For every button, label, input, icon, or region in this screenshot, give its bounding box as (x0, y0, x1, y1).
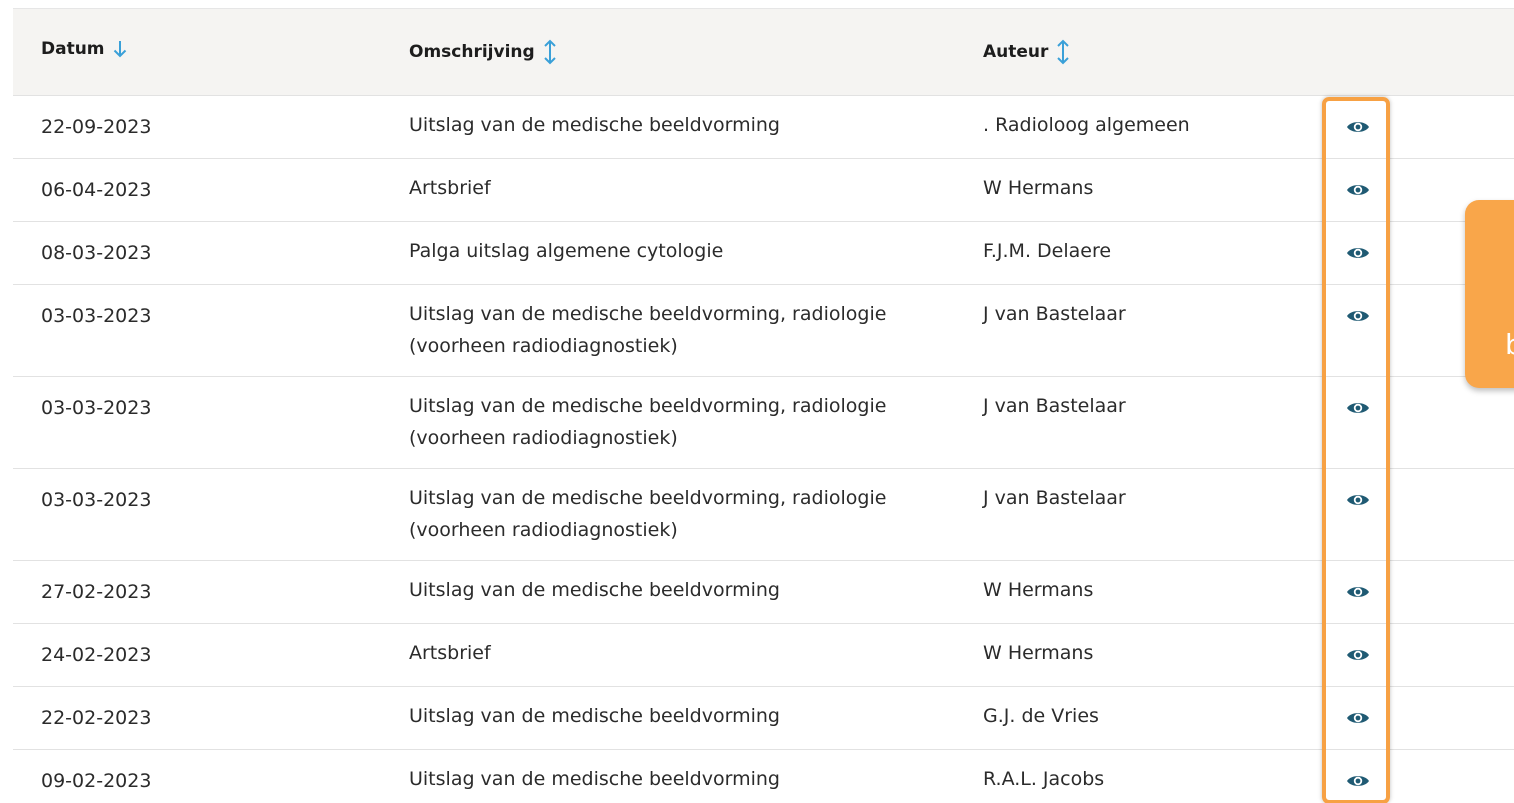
row-date: 03-03-2023 (41, 397, 152, 419)
eye-icon[interactable] (1345, 181, 1371, 199)
row-author: G.J. de Vries (983, 705, 1099, 727)
table-row: 08-03-2023 Palga uitslag algemene cytolog… (13, 222, 1514, 285)
column-header-description[interactable]: Omschrijving (409, 39, 557, 65)
row-description: Artsbrief (409, 642, 491, 664)
eye-icon[interactable] (1345, 709, 1371, 727)
table-row: 06-04-2023 Artsbrief W Hermans (13, 159, 1514, 222)
row-description: Uitslag van de medische beeldvorming (409, 768, 780, 790)
row-description: Uitslag van de medische beeldvorming (409, 705, 780, 727)
row-author: W Hermans (983, 642, 1094, 664)
eye-icon[interactable] (1345, 491, 1371, 509)
row-description: Uitslag van de medische beeldvorming (409, 579, 780, 601)
column-header-date-label: Datum (41, 39, 105, 59)
row-date: 03-03-2023 (41, 305, 152, 327)
row-description: Uitslag van de medische beeldvorming, ra… (409, 303, 887, 357)
table-row: 27-02-2023 Uitslag van de medische beeldv… (13, 561, 1514, 624)
row-author: F.J.M. Delaere (983, 240, 1112, 262)
row-description: Palga uitslag algemene cytologie (409, 240, 724, 262)
tooltip-text: b (1505, 328, 1514, 361)
eye-icon[interactable] (1345, 646, 1371, 664)
row-date: 08-03-2023 (41, 242, 152, 264)
row-author: W Hermans (983, 579, 1094, 601)
row-date: 24-02-2023 (41, 644, 152, 666)
sort-vertical-icon[interactable] (543, 39, 557, 65)
column-header-description-label: Omschrijving (409, 42, 535, 62)
tooltip-callout: b (1465, 200, 1514, 388)
column-header-author[interactable]: Auteur (983, 39, 1070, 65)
column-header-author-label: Auteur (983, 42, 1049, 62)
arrow-down-icon[interactable] (113, 40, 127, 58)
table-row: 22-09-2023 Uitslag van de medische beeldv… (13, 96, 1514, 159)
table-row: 03-03-2023 Uitslag van de medische beeldv… (13, 469, 1514, 561)
row-author: J van Bastelaar (983, 395, 1126, 417)
table-row: 03-03-2023 Uitslag van de medische beeldv… (13, 285, 1514, 377)
row-date: 03-03-2023 (41, 489, 152, 511)
row-description: Artsbrief (409, 177, 491, 199)
table-body: 22-09-2023 Uitslag van de medische beeldv… (13, 96, 1514, 803)
table-row: 22-02-2023 Uitslag van de medische beeldv… (13, 687, 1514, 750)
eye-icon[interactable] (1345, 118, 1371, 136)
row-date: 22-02-2023 (41, 707, 152, 729)
eye-icon[interactable] (1345, 244, 1371, 262)
documents-table: Datum Omschrijving Auteur 22-09-2023 Uit… (13, 8, 1514, 803)
row-date: 27-02-2023 (41, 581, 152, 603)
row-author: J van Bastelaar (983, 487, 1126, 509)
row-description: Uitslag van de medische beeldvorming (409, 114, 780, 136)
column-header-date[interactable]: Datum (41, 39, 127, 59)
table-header: Datum Omschrijving Auteur (13, 9, 1514, 96)
table-row: 03-03-2023 Uitslag van de medische beeldv… (13, 377, 1514, 469)
table-row: 24-02-2023 Artsbrief W Hermans (13, 624, 1514, 687)
row-description: Uitslag van de medische beeldvorming, ra… (409, 395, 887, 449)
row-author: . Radioloog algemeen (983, 114, 1190, 136)
row-date: 06-04-2023 (41, 179, 152, 201)
row-author: J van Bastelaar (983, 303, 1126, 325)
sort-vertical-icon[interactable] (1056, 39, 1070, 65)
eye-icon[interactable] (1345, 307, 1371, 325)
eye-icon[interactable] (1345, 583, 1371, 601)
row-author: R.A.L. Jacobs (983, 768, 1105, 790)
row-date: 22-09-2023 (41, 116, 152, 138)
row-author: W Hermans (983, 177, 1094, 199)
eye-icon[interactable] (1345, 772, 1371, 790)
row-date: 09-02-2023 (41, 770, 152, 792)
row-description: Uitslag van de medische beeldvorming, ra… (409, 487, 887, 541)
eye-icon[interactable] (1345, 399, 1371, 417)
table-row: 09-02-2023 Uitslag van de medische beeldv… (13, 750, 1514, 803)
page: Datum Omschrijving Auteur 22-09-2023 Uit… (0, 0, 1514, 803)
